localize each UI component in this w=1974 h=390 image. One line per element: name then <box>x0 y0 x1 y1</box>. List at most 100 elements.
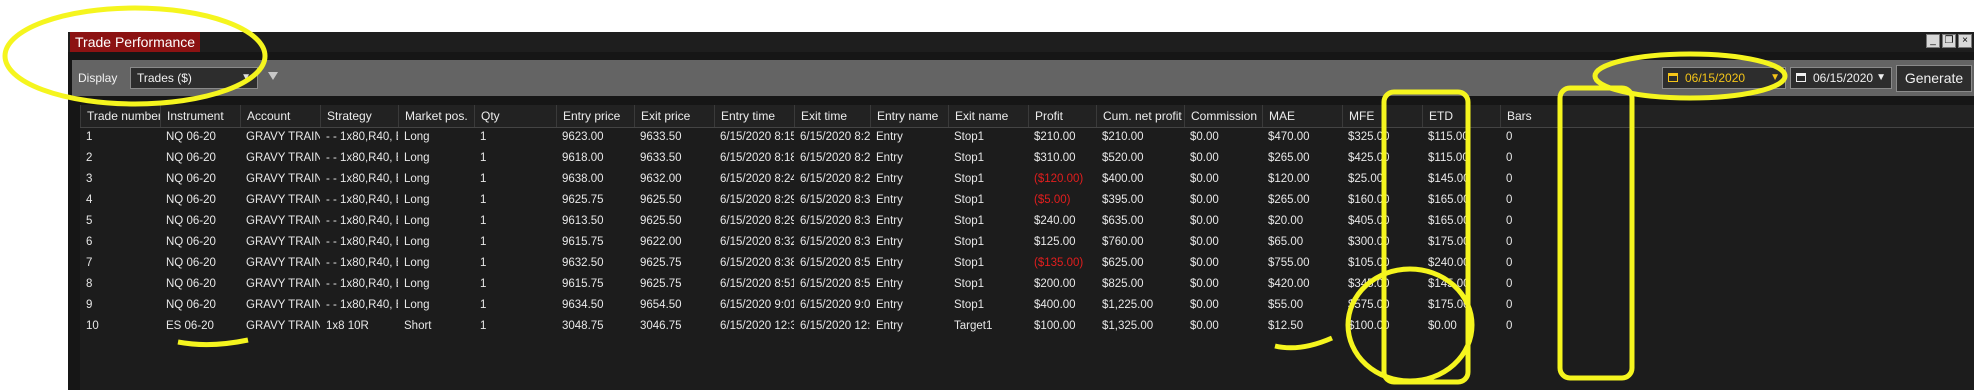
table-cell: NQ 06-20 <box>166 299 216 311</box>
column-header[interactable]: Entry name <box>870 105 948 127</box>
column-header[interactable]: Instrument <box>160 105 240 127</box>
table-cell: 1 <box>480 215 487 227</box>
column-header[interactable]: Trade number <box>80 105 160 127</box>
table-cell: $0.00 <box>1190 152 1219 164</box>
trade-performance-window: Trade Performance _ ❐ × Display Trades (… <box>68 32 1974 390</box>
table-cell: 9633.50 <box>640 131 682 143</box>
table-cell: - - 1x80,R40, BE <box>326 131 398 143</box>
column-header[interactable]: MAE <box>1262 105 1342 127</box>
funnel-icon[interactable] <box>268 72 278 80</box>
table-cell: $0.00 <box>1190 320 1219 332</box>
table-cell: $0.00 <box>1190 194 1219 206</box>
table-cell: 1 <box>480 278 487 290</box>
table-cell: 6/15/2020 8:32:3 <box>720 236 794 248</box>
table-cell: Stop1 <box>954 299 985 311</box>
table-cell: 7 <box>86 257 93 269</box>
table-cell: 9615.75 <box>562 236 604 248</box>
column-header[interactable]: Entry price <box>556 105 634 127</box>
table-cell: $0.00 <box>1190 257 1219 269</box>
display-label: Display <box>78 71 118 85</box>
table-cell: 0 <box>1506 131 1513 143</box>
table-cell: NQ 06-20 <box>166 215 216 227</box>
table-cell: 2 <box>86 152 93 164</box>
column-header[interactable]: Exit name <box>948 105 1028 127</box>
table-cell: 9634.50 <box>562 299 604 311</box>
table-cell: $420.00 <box>1268 278 1310 290</box>
table-cell: $120.00 <box>1268 173 1310 185</box>
table-cell: 9632.00 <box>640 173 682 185</box>
table-cell: $145.00 <box>1428 278 1470 290</box>
column-header[interactable]: Exit price <box>634 105 714 127</box>
table-cell: $200.00 <box>1034 278 1076 290</box>
column-header[interactable]: Commission <box>1184 105 1262 127</box>
table-cell: 6/15/2020 8:18:4 <box>720 152 794 164</box>
table-cell: 3046.75 <box>640 320 682 332</box>
table-row[interactable]: 4 NQ 06-20 GRAVY TRAIN 1 - - 1x80,R40, BE Lo… <box>80 190 1974 211</box>
table-row[interactable]: 2 NQ 06-20 GRAVY TRAIN 1 - - 1x80,R40, BE Lo… <box>80 148 1974 169</box>
to-date-picker[interactable]: 06/15/2020 ▼ <box>1790 67 1892 89</box>
generate-button[interactable]: Generate <box>1896 65 1972 92</box>
table-cell: $100.00 <box>1348 320 1390 332</box>
table-cell: Stop1 <box>954 236 985 248</box>
table-cell: 6/15/2020 8:51:1 <box>720 278 794 290</box>
table-cell: 0 <box>1506 257 1513 269</box>
table-row[interactable]: 9 NQ 06-20 GRAVY TRAIN 1 - - 1x80,R40, BE Lo… <box>80 295 1974 316</box>
minimize-button[interactable]: _ <box>1926 34 1940 48</box>
table-cell: Stop1 <box>954 131 985 143</box>
table-cell: $55.00 <box>1268 299 1304 311</box>
table-cell: $115.00 <box>1428 152 1469 164</box>
column-header[interactable]: MFE <box>1342 105 1422 127</box>
table-cell: 9625.75 <box>562 194 604 206</box>
display-select[interactable]: Trades ($) ▼ <box>130 67 258 89</box>
table-cell: 1 <box>480 299 487 311</box>
close-button[interactable]: × <box>1958 34 1972 48</box>
table-cell: 9633.50 <box>640 152 682 164</box>
table-cell: $310.00 <box>1034 152 1076 164</box>
from-date-picker[interactable]: 06/15/2020 ▼ <box>1662 67 1786 89</box>
table-cell: 6/15/2020 8:38:1 <box>720 257 794 269</box>
table-cell: 1 <box>480 173 487 185</box>
chevron-down-icon: ▼ <box>241 72 251 83</box>
table-cell: - - 1x80,R40, BE <box>326 152 398 164</box>
table-cell: NQ 06-20 <box>166 278 216 290</box>
table-cell: $165.00 <box>1428 215 1470 227</box>
table-row[interactable]: 1 NQ 06-20 GRAVY TRAIN 1 - - 1x80,R40, BE Lo… <box>80 127 1974 148</box>
table-row[interactable]: 10 ES 06-20 GRAVY TRAIN 1 1x8 10R Short 1 3048… <box>80 316 1974 337</box>
table-cell: - - 1x80,R40, BE <box>326 194 398 206</box>
table-cell: 1 <box>86 131 93 143</box>
column-header[interactable]: ETD <box>1422 105 1500 127</box>
table-cell: 0 <box>1506 152 1513 164</box>
column-header[interactable]: Entry time <box>714 105 794 127</box>
table-cell: Entry <box>876 152 903 164</box>
table-cell: Stop1 <box>954 215 985 227</box>
table-cell: 0 <box>1506 320 1513 332</box>
trades-grid: Trade number Instrument Account Strategy Mar… <box>80 105 1974 390</box>
table-row[interactable]: 8 NQ 06-20 GRAVY TRAIN 1 - - 1x80,R40, BE Lo… <box>80 274 1974 295</box>
column-header[interactable]: Qty <box>474 105 556 127</box>
column-header[interactable]: Bars <box>1500 105 1974 127</box>
column-header[interactable]: Profit <box>1028 105 1096 127</box>
table-row[interactable]: 5 NQ 06-20 GRAVY TRAIN 1 - - 1x80,R40, BE Lo… <box>80 211 1974 232</box>
table-cell: 9623.00 <box>562 131 604 143</box>
table-row[interactable]: 7 NQ 06-20 GRAVY TRAIN 1 - - 1x80,R40, BE Lo… <box>80 253 1974 274</box>
table-cell: 9 <box>86 299 93 311</box>
table-cell: 6/15/2020 8:24:5 <box>720 173 794 185</box>
table-cell: NQ 06-20 <box>166 257 216 269</box>
column-header[interactable]: Account <box>240 105 320 127</box>
column-header[interactable]: Strategy <box>320 105 398 127</box>
table-row[interactable]: 6 NQ 06-20 GRAVY TRAIN 1 - - 1x80,R40, BE Lo… <box>80 232 1974 253</box>
table-row[interactable]: 3 NQ 06-20 GRAVY TRAIN 1 - - 1x80,R40, BE Lo… <box>80 169 1974 190</box>
table-cell: 6/15/2020 9:01:1 <box>720 299 794 311</box>
table-cell: 0 <box>1506 299 1513 311</box>
table-cell: 9622.00 <box>640 236 682 248</box>
restore-button[interactable]: ❐ <box>1942 34 1956 48</box>
table-cell: 0 <box>1506 236 1513 248</box>
table-cell: 3048.75 <box>562 320 604 332</box>
table-cell: $755.00 <box>1268 257 1310 269</box>
table-cell: $240.00 <box>1034 215 1076 227</box>
table-cell: $105.00 <box>1348 257 1390 269</box>
column-header[interactable]: Exit time <box>794 105 870 127</box>
column-header[interactable]: Cum. net profit <box>1096 105 1184 127</box>
column-header[interactable]: Market pos. <box>398 105 474 127</box>
table-cell: 1x8 10R <box>326 320 369 332</box>
